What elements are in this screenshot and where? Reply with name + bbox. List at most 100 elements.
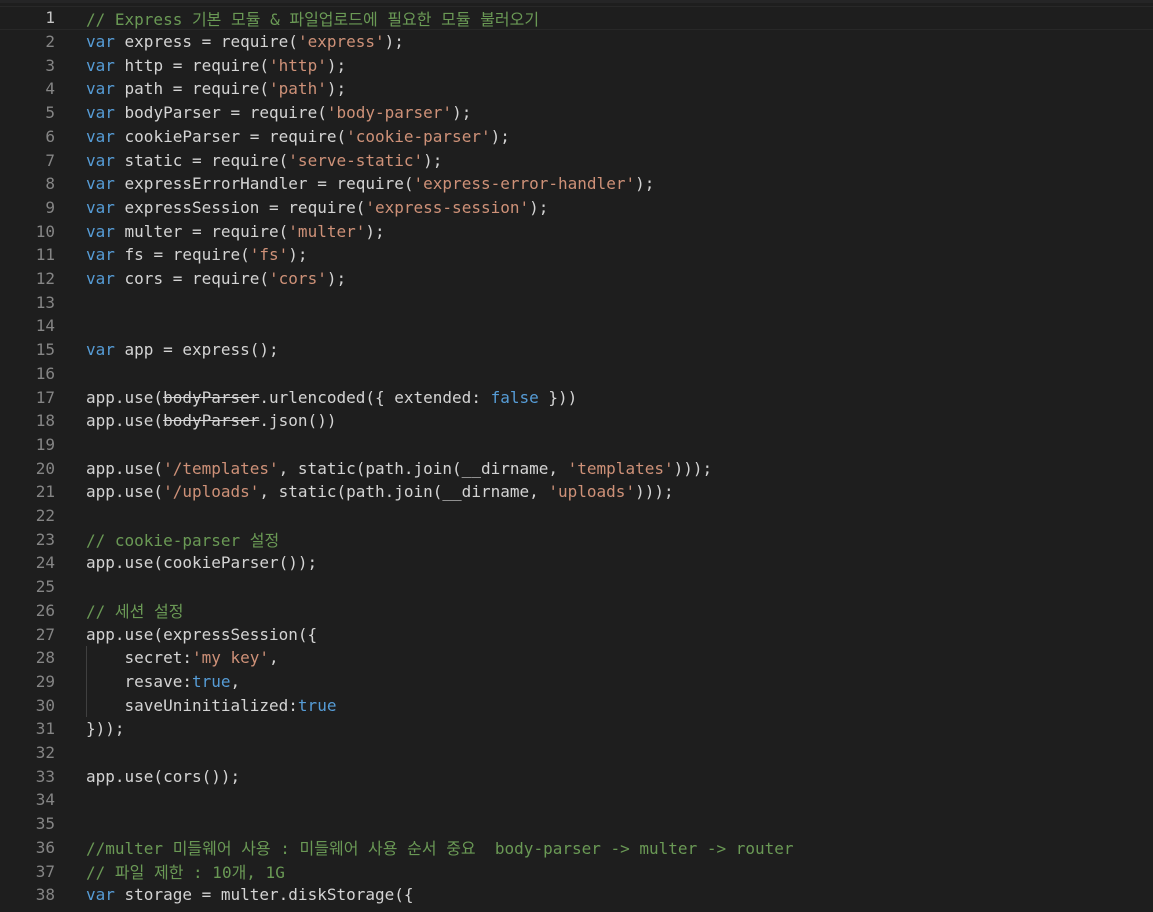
code-line[interactable]: 28 secret:'my key', [0,646,1153,670]
line-number: 13 [35,292,55,312]
code-line[interactable]: 17 app.use(bodyParser.urlencoded({ extend… [0,385,1153,409]
code-text[interactable]: var bodyParser = require('body-parser'); [86,103,471,122]
code-line[interactable]: 21 app.use('/uploads', static(path.join(_… [0,480,1153,504]
code-text[interactable]: var expressErrorHandler = require('expre… [86,174,654,193]
code-line[interactable]: 37 // 파일 제한 : 10개, 1G [0,859,1153,883]
code-token: //multer 미들웨어 사용 : 미들웨어 사용 순서 중요 body-pa… [86,839,794,859]
code-text[interactable]: var http = require('http'); [86,56,346,75]
code-text[interactable]: var cors = require('cors'); [86,269,346,288]
code-text[interactable]: saveUninitialized:true [86,696,337,715]
code-token: false [490,387,539,407]
code-token: bodyParser = require( [114,103,327,123]
code-token: , static(path.join(__dirname, [278,458,568,478]
code-text[interactable]: // 세션 설정 [86,598,183,622]
code-text[interactable]: var static = require('serve-static'); [86,151,442,170]
code-line[interactable]: 33 app.use(cors()); [0,764,1153,788]
code-token: , static(path.join(__dirname, [259,482,549,502]
code-line[interactable]: 31})); [0,717,1153,741]
code-text[interactable]: //multer 미들웨어 사용 : 미들웨어 사용 순서 중요 body-pa… [86,835,794,859]
code-text[interactable]: var express = require('express'); [86,32,404,51]
code-line[interactable]: 6 var cookieParser = require('cookie-pars… [0,125,1153,149]
code-editor[interactable]: 1 // Express 기본 모듈 & 파일업로드에 필요한 모듈 불러오기 2 v… [0,0,1153,912]
code-text[interactable]: // 파일 제한 : 10개, 1G [86,859,285,883]
code-token: ); [326,79,347,99]
code-line[interactable]: 26 // 세션 설정 [0,599,1153,623]
code-line[interactable]: 22 [0,504,1153,528]
code-token: ); [452,103,472,123]
code-line[interactable]: 13 [0,290,1153,314]
code-line[interactable]: 38 var storage = multer.diskStorage({ [0,883,1153,907]
code-line[interactable]: 23 // cookie-parser 설정 [0,527,1153,551]
code-token: express = require( [114,32,298,52]
line-number: 14 [35,316,55,336]
code-line[interactable]: 30 saveUninitialized:true [0,693,1153,717]
code-line[interactable]: 10 var multer = require('multer'); [0,219,1153,243]
code-token: cors = require( [114,269,270,289]
code-text[interactable]: var cookieParser = require('cookie-parse… [86,127,510,146]
code-text[interactable]: var multer = require('multer'); [86,222,385,241]
code-line[interactable]: 24 app.use(cookieParser()); [0,551,1153,575]
code-text[interactable]: var app = express(); [86,340,279,359]
code-line[interactable]: 11 var fs = require('fs'); [0,243,1153,267]
code-line[interactable]: 14 [0,314,1153,338]
code-line[interactable]: 27 app.use(expressSession({ [0,622,1153,646]
code-line[interactable]: 19 [0,433,1153,457]
code-line[interactable]: 3 var http = require('http'); [0,53,1153,77]
line-number: 11 [35,245,55,265]
code-line[interactable]: 36 //multer 미들웨어 사용 : 미들웨어 사용 순서 중요 body-… [0,836,1153,860]
code-line[interactable]: 5 var bodyParser = require('body-parser')… [0,101,1153,125]
code-text[interactable]: })); [86,719,125,738]
code-line[interactable]: 18 app.use(bodyParser.json()) [0,409,1153,433]
code-line[interactable]: 9 var expressSession = require('express-s… [0,196,1153,220]
code-text[interactable]: var storage = multer.diskStorage({ [86,885,414,904]
code-token: var [86,340,115,360]
code-line[interactable]: 35 [0,812,1153,836]
code-token: http = require( [114,55,270,75]
code-line[interactable]: 16 [0,362,1153,386]
code-line[interactable]: 32 [0,741,1153,765]
code-token: var [86,55,115,75]
code-line[interactable]: 25 [0,575,1153,599]
line-number: 22 [35,506,55,526]
code-token: '/templates' [163,458,279,478]
code-token: // Express 기본 모듈 & 파일업로드에 필요한 모듈 불러오기 [86,9,540,29]
code-token: app.use(cors()); [86,766,241,786]
code-token: 'http' [269,55,327,75]
code-text[interactable]: app.use('/templates', static(path.join(_… [86,459,712,478]
code-token: ); [384,32,404,52]
code-text[interactable]: // Express 기본 모듈 & 파일업로드에 필요한 모듈 불러오기 [86,6,539,30]
code-text[interactable]: app.use(bodyParser.urlencoded({ extended… [86,388,577,407]
code-line[interactable]: 15 var app = express(); [0,338,1153,362]
code-line[interactable]: 34 [0,788,1153,812]
line-number: 27 [35,624,55,644]
code-line[interactable]: 1 // Express 기본 모듈 & 파일업로드에 필요한 모듈 불러오기 [0,6,1153,30]
code-text[interactable]: app.use(bodyParser.json()) [86,411,336,430]
code-token: var [86,126,115,146]
code-text[interactable]: // cookie-parser 설정 [86,527,279,551]
code-text[interactable]: resave:true, [86,672,241,691]
code-text[interactable]: var fs = require('fs'); [86,245,308,264]
code-line[interactable]: 12 var cors = require('cors'); [0,267,1153,291]
code-token: app.use( [86,387,164,407]
code-line[interactable]: 2 var express = require('express'); [0,30,1153,54]
code-text[interactable]: app.use(cookieParser()); [86,553,317,572]
code-text[interactable]: var path = require('path'); [86,79,346,98]
code-token: 'express' [297,32,385,52]
code-line[interactable]: 4 var path = require('path'); [0,77,1153,101]
code-token: var [86,79,115,99]
code-token: var [86,245,115,265]
code-text[interactable]: app.use(expressSession({ [86,625,317,644]
line-number: 1 [45,8,55,28]
code-token: cookieParser = require( [114,126,347,146]
code-text[interactable]: app.use(cors()); [86,767,240,786]
code-text[interactable]: var expressSession = require('express-se… [86,198,548,217]
line-number: 8 [45,174,55,194]
code-line[interactable]: 29 resave:true, [0,670,1153,694]
code-text[interactable]: secret:'my key', [86,648,279,667]
code-token: bodyParser [163,411,260,431]
code-line[interactable]: 8 var expressErrorHandler = require('expr… [0,172,1153,196]
code-line[interactable]: 20 app.use('/templates', static(path.join… [0,456,1153,480]
code-text[interactable]: app.use('/uploads', static(path.join(__d… [86,482,674,501]
code-token: var [86,32,115,52]
code-line[interactable]: 7 var static = require('serve-static'); [0,148,1153,172]
